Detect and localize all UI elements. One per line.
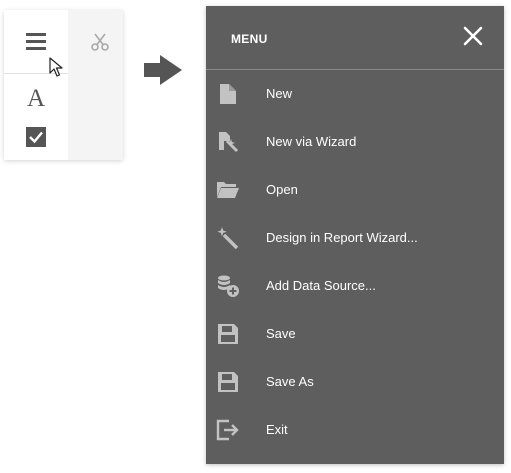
new-document-icon [216,82,240,106]
close-icon [463,26,483,46]
menu-title: MENU [231,32,268,46]
checkbox-icon[interactable] [22,124,50,150]
right-arrow-icon [142,54,184,91]
menu-item-label: Design in Report Wizard... [266,230,418,245]
menu-item-label: New [266,86,293,101]
close-button[interactable] [460,23,486,49]
add-data-source-icon [216,274,240,298]
menu-item-label: Save As [266,374,314,389]
menu-item-open[interactable]: Open [206,166,504,214]
save-icon [216,322,240,346]
menu-header: MENU [206,6,504,70]
font-glyph: A [26,85,46,112]
menu-item-design-in-report-wizard[interactable]: Design in Report Wizard... [206,214,504,262]
hamburger-icon[interactable] [22,28,50,54]
menu-item-new-via-wizard[interactable]: New via Wizard [206,118,504,166]
menu-item-new[interactable]: New [206,70,504,118]
menu-list: New New via Wizard Open Design in Report… [206,70,504,454]
menu-item-exit[interactable]: Exit [206,406,504,454]
menu-item-save[interactable]: Save [206,310,504,358]
menu-item-label: Open [266,182,298,197]
mouse-cursor-icon [46,56,66,78]
save-as-icon [216,370,240,394]
folder-open-icon [216,178,240,202]
new-via-wizard-icon [216,130,240,154]
font-icon[interactable]: A [22,86,50,112]
main-menu-panel: MENU New New via Wizard Open Design in R… [206,6,504,464]
menu-item-add-data-source[interactable]: Add Data Source... [206,262,504,310]
menu-item-save-as[interactable]: Save As [206,358,504,406]
menu-item-label: Exit [266,422,288,437]
exit-icon [216,418,240,442]
menu-item-label: New via Wizard [266,134,357,149]
screenshot-stage: A MENU New New via Wizard Open Design in… [0,0,511,473]
magic-wand-icon [216,226,240,250]
menu-item-label: Add Data Source... [266,278,376,293]
scissors-icon[interactable] [87,30,113,54]
menu-item-label: Save [266,326,296,341]
